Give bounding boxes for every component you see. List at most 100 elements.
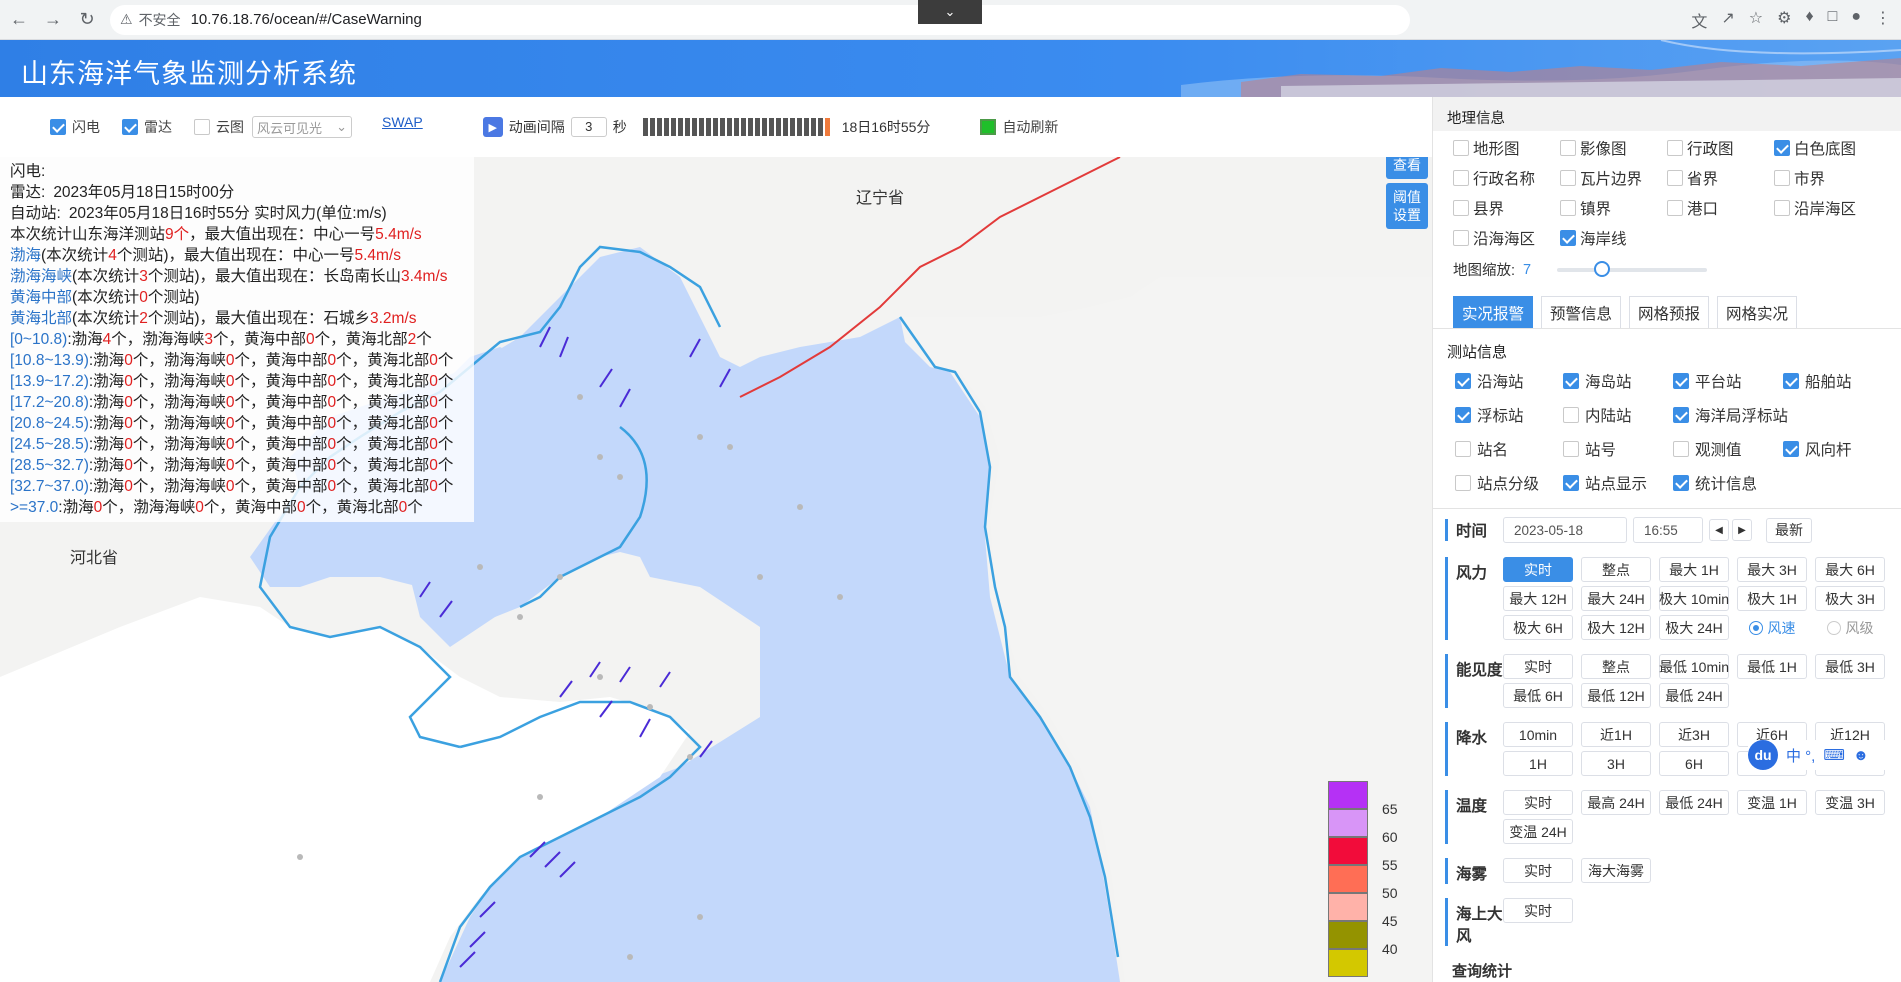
wind-button[interactable]: 极大 3H <box>1815 586 1885 611</box>
geo-layer-item[interactable]: 行政名称 <box>1453 167 1560 189</box>
ime-status[interactable]: 中 °, <box>1786 745 1815 766</box>
rain-button[interactable]: 近1H <box>1581 722 1651 747</box>
animation-progress[interactable] <box>642 118 830 136</box>
tab-2[interactable]: 网格预报 <box>1629 296 1710 328</box>
auto-refresh-checkbox[interactable] <box>980 119 997 135</box>
prev-icon[interactable]: ◀ <box>1709 519 1729 541</box>
progress-segment[interactable] <box>642 118 648 136</box>
map-view[interactable]: 闪电: 雷达: 2023年05月18日15时00分 自动站: 2023年05月18日… <box>0 157 1432 982</box>
profile-icon[interactable]: ● <box>1851 8 1861 32</box>
reload-icon[interactable]: ↻ <box>72 5 102 35</box>
progress-segment[interactable] <box>817 118 823 136</box>
wind-button[interactable]: 实时 <box>1503 557 1573 582</box>
station-item[interactable]: 观测值 <box>1673 438 1783 460</box>
wind-button[interactable]: 最大 24H <box>1581 586 1651 611</box>
region-name[interactable]: 渤海海峡 <box>10 268 72 285</box>
station-item[interactable]: 内陆站 <box>1563 404 1673 426</box>
progress-segment[interactable] <box>810 118 816 136</box>
progress-segment[interactable] <box>754 118 760 136</box>
geo-layer-checkbox[interactable] <box>1667 170 1683 186</box>
geo-layer-checkbox[interactable] <box>1774 170 1790 186</box>
geo-layer-checkbox[interactable] <box>1453 170 1469 186</box>
forward-icon[interactable]: → <box>38 5 68 35</box>
back-icon[interactable]: ← <box>4 5 34 35</box>
wind-speed-radio[interactable]: 风速 <box>1737 615 1807 640</box>
station-checkbox[interactable] <box>1563 373 1579 389</box>
range-label[interactable]: [32.7~37.0) <box>10 478 89 495</box>
station-item[interactable]: 站点分级 <box>1455 472 1563 494</box>
geo-layer-item[interactable]: 市界 <box>1774 167 1881 189</box>
range-label[interactable]: [20.8~24.5) <box>10 415 89 432</box>
gale-button[interactable]: 实时 <box>1503 898 1573 923</box>
rain-button[interactable]: 6H <box>1659 751 1729 776</box>
geo-layer-item[interactable]: 地形图 <box>1453 137 1560 159</box>
temp-button[interactable]: 变温 1H <box>1737 790 1807 815</box>
range-label[interactable]: [24.5~28.5) <box>10 436 89 453</box>
auto-refresh-toggle[interactable]: 自动刷新 <box>980 117 1058 137</box>
geo-layer-checkbox[interactable] <box>1774 200 1790 216</box>
geo-layer-item[interactable]: 沿海海区 <box>1453 227 1560 249</box>
radar-checkbox[interactable] <box>122 119 138 135</box>
geo-layer-item[interactable]: 港口 <box>1667 197 1774 219</box>
vis-button[interactable]: 最低 3H <box>1815 654 1885 679</box>
region-name[interactable]: 黄海中部 <box>10 289 72 306</box>
progress-segment[interactable] <box>698 118 704 136</box>
swap-link[interactable]: SWAP <box>382 114 423 130</box>
next-icon[interactable]: ▶ <box>1732 519 1752 541</box>
progress-segment[interactable] <box>705 118 711 136</box>
chevron-down-icon[interactable]: ⌄ <box>918 0 982 24</box>
extension-icon[interactable]: ⚙ <box>1777 8 1791 32</box>
geo-layer-checkbox[interactable] <box>1453 200 1469 216</box>
station-checkbox[interactable] <box>1783 441 1799 457</box>
rain-button[interactable]: 3H <box>1581 751 1651 776</box>
temp-button[interactable]: 最高 24H <box>1581 790 1651 815</box>
progress-segment[interactable] <box>803 118 809 136</box>
tab-0[interactable]: 实况报警 <box>1453 296 1534 328</box>
satellite-select[interactable]: 风云可见光 ⌄ <box>252 116 352 138</box>
geo-layer-item[interactable]: 海岸线 <box>1560 227 1667 249</box>
range-label[interactable]: [17.2~20.8) <box>10 394 89 411</box>
geo-layer-checkbox[interactable] <box>1453 230 1469 246</box>
geo-layer-checkbox[interactable] <box>1560 230 1576 246</box>
station-item[interactable]: 沿海站 <box>1455 370 1563 392</box>
tab-3[interactable]: 网格实况 <box>1717 296 1798 328</box>
station-item[interactable]: 海岛站 <box>1563 370 1673 392</box>
progress-segment[interactable] <box>726 118 732 136</box>
wind-button[interactable]: 极大 6H <box>1503 615 1573 640</box>
geo-layer-item[interactable]: 行政图 <box>1667 137 1774 159</box>
radio-icon[interactable] <box>1826 620 1841 635</box>
progress-segment[interactable] <box>733 118 739 136</box>
vis-button[interactable]: 最低 12H <box>1581 683 1651 708</box>
temp-button[interactable]: 最低 24H <box>1659 790 1729 815</box>
interval-input[interactable]: 3 <box>570 117 607 137</box>
geo-layer-checkbox[interactable] <box>1667 140 1683 156</box>
wind-button[interactable]: 极大 12H <box>1581 615 1651 640</box>
vis-button[interactable]: 最低 1H <box>1737 654 1807 679</box>
time-input[interactable]: 16:55 <box>1633 517 1703 543</box>
date-input[interactable]: 2023-05-18 <box>1503 517 1627 543</box>
station-item[interactable]: 船舶站 <box>1783 370 1893 392</box>
temp-button[interactable]: 变温 24H <box>1503 819 1573 844</box>
geo-layer-checkbox[interactable] <box>1560 170 1576 186</box>
address-bar[interactable]: ⚠ 不安全 10.76.18.76/ocean/#/CaseWarning <box>110 4 1410 35</box>
station-checkbox[interactable] <box>1673 441 1689 457</box>
station-item[interactable]: 海洋局浮标站 <box>1673 404 1893 426</box>
ime-toolbar[interactable]: du 中 °, ⌨ ☻ <box>1748 740 1901 770</box>
station-checkbox[interactable] <box>1563 475 1579 491</box>
station-item[interactable]: 站点显示 <box>1563 472 1673 494</box>
region-name[interactable]: 渤海 <box>10 247 41 264</box>
threshold-button[interactable]: 阈值 设置 <box>1386 183 1428 229</box>
station-item[interactable]: 站号 <box>1563 438 1673 460</box>
geo-layer-item[interactable]: 影像图 <box>1560 137 1667 159</box>
geo-layer-checkbox[interactable] <box>1560 140 1576 156</box>
range-label[interactable]: >=37.0 <box>10 499 58 516</box>
station-item[interactable]: 平台站 <box>1673 370 1783 392</box>
progress-segment[interactable] <box>677 118 683 136</box>
wind-button[interactable]: 最大 12H <box>1503 586 1573 611</box>
wind-button[interactable]: 极大 1H <box>1737 586 1807 611</box>
station-checkbox[interactable] <box>1455 407 1471 423</box>
menu-icon[interactable]: ⋮ <box>1875 8 1891 32</box>
sidepanel-icon[interactable]: □ <box>1828 8 1838 32</box>
progress-segment[interactable] <box>824 118 830 136</box>
temp-button[interactable]: 变温 3H <box>1815 790 1885 815</box>
